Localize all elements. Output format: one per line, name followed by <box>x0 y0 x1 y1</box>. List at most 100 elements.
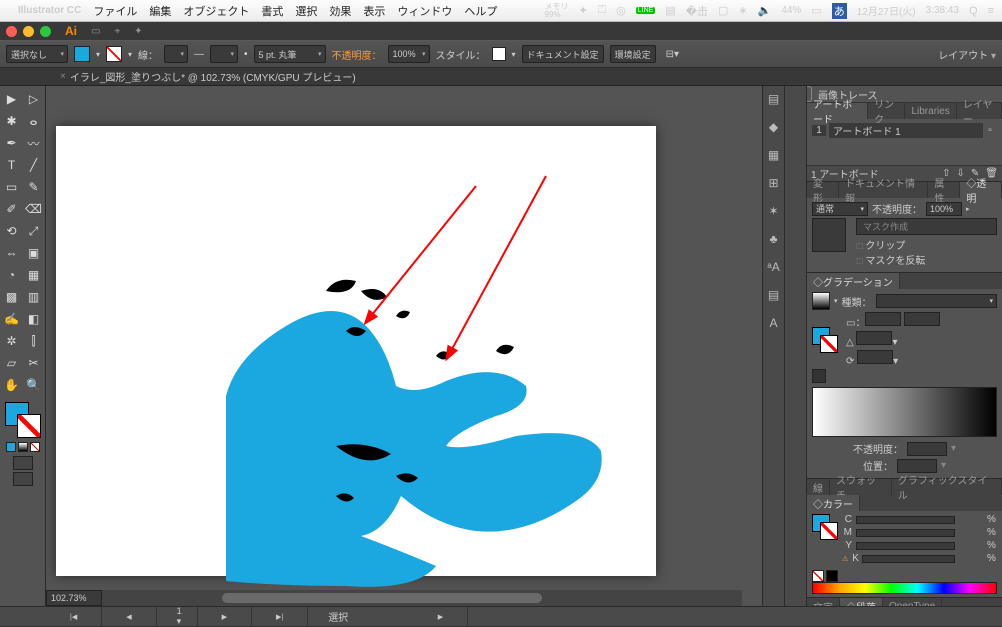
move-down-icon[interactable]: ⇩ <box>957 168 965 179</box>
bluetooth-icon[interactable]: ∗ <box>738 4 747 17</box>
tab-color[interactable]: ◇カラー <box>807 495 860 511</box>
close-tab-button[interactable]: × <box>60 71 66 82</box>
shape-builder-tool[interactable]: ◔ <box>1 264 23 286</box>
screen-mode-button[interactable] <box>13 472 33 486</box>
blend-tool[interactable]: ◧ <box>23 308 45 330</box>
slice-tool[interactable]: ✂ <box>23 352 45 374</box>
rectangle-tool[interactable]: ▭ <box>1 176 23 198</box>
menubar-extra-icon[interactable]: ▤ <box>665 4 675 17</box>
tab-layers[interactable]: レイヤー <box>957 103 1002 119</box>
free-transform-tool[interactable]: ▣ <box>23 242 45 264</box>
gradient-swatch[interactable] <box>812 292 830 310</box>
tab-artboard[interactable]: アートボード <box>807 103 868 119</box>
line-icon[interactable]: LINE <box>636 7 656 14</box>
fill-stroke-indicator[interactable] <box>812 514 838 540</box>
app-name[interactable]: Illustrator CC <box>18 5 81 16</box>
menu-view[interactable]: 表示 <box>363 3 385 19</box>
toolbar-icon[interactable]: ✦ <box>134 26 142 37</box>
mask-thumbnail[interactable] <box>812 218 846 252</box>
rotate-tool[interactable]: ⟲ <box>1 220 23 242</box>
artboard-number[interactable]: 1 ▾ <box>157 607 198 626</box>
tab-swatches[interactable]: スウォッチ <box>830 479 892 495</box>
wifi-icon[interactable]: �击 <box>686 3 708 19</box>
brush-select[interactable]: 5 pt. 丸筆 <box>254 45 326 63</box>
tab-libraries[interactable]: Libraries <box>905 103 956 119</box>
evernote-icon[interactable]: ✦ <box>579 4 588 17</box>
fill-stroke-indicator[interactable] <box>812 327 838 353</box>
tab-attributes[interactable]: 属性 <box>928 182 960 198</box>
nav-next[interactable]: ▶ <box>198 607 252 626</box>
gradient-type-select[interactable] <box>876 294 997 308</box>
k-slider[interactable] <box>862 555 955 563</box>
gradient-stop-color[interactable] <box>812 369 826 383</box>
symbol-sprayer-tool[interactable]: ✲ <box>1 330 23 352</box>
tab-stroke[interactable]: 線 <box>807 479 830 495</box>
perspective-tool[interactable]: ▦ <box>23 264 45 286</box>
tab-paragraph[interactable]: ◇段落 <box>840 598 883 606</box>
horizontal-scrollbar[interactable] <box>102 590 742 606</box>
cc-icon[interactable]: ◎ <box>616 4 626 17</box>
document-setup-button[interactable]: ドキュメント設定 <box>522 45 604 63</box>
zoom-tool[interactable]: 🔍 <box>23 374 45 396</box>
variable-width-profile[interactable] <box>210 45 238 63</box>
tab-character[interactable]: 文字 <box>807 598 840 606</box>
fill-swatch[interactable] <box>74 46 90 62</box>
gradient-mode-icon[interactable] <box>18 442 28 452</box>
graphic-style-swatch[interactable] <box>492 47 506 61</box>
width-tool[interactable]: ⇔ <box>1 242 23 264</box>
minimize-window-button[interactable] <box>23 26 34 37</box>
panel-icon[interactable]: ▤ <box>768 92 779 106</box>
curvature-tool[interactable]: 〰 <box>23 132 45 154</box>
none-swatch[interactable] <box>812 570 824 582</box>
menu-edit[interactable]: 編集 <box>149 3 171 19</box>
canvas-area[interactable]: 102.73% <box>46 86 762 606</box>
lasso-tool[interactable]: ⴰ <box>23 110 45 132</box>
tab-docinfo[interactable]: ドキュメント情報 <box>839 182 928 198</box>
gradient-tool[interactable]: ▥ <box>23 286 45 308</box>
align-icon[interactable]: ⊟▾ <box>666 49 679 60</box>
menu-help[interactable]: ヘルプ <box>464 3 497 19</box>
volume-icon[interactable]: 🔈 <box>758 4 772 17</box>
m-slider[interactable] <box>856 529 955 537</box>
nav-prev[interactable]: ◀ <box>102 607 156 626</box>
menu-select[interactable]: 選択 <box>295 3 317 19</box>
selection-tool[interactable]: ▶ <box>1 88 23 110</box>
scale-tool[interactable]: ⤢ <box>23 220 45 242</box>
workspace-switcher[interactable]: レイアウト ▾ <box>938 47 996 62</box>
menu-object[interactable]: オブジェクト <box>183 3 249 19</box>
tab-transparency[interactable]: ◇透明 <box>960 182 1002 198</box>
fill-stroke-indicator[interactable] <box>5 402 41 438</box>
nav-first[interactable]: |◀ <box>46 607 102 626</box>
eyedropper-tool[interactable]: ✍ <box>1 308 23 330</box>
color-spectrum[interactable] <box>812 582 997 594</box>
displays-icon[interactable]: ▢ <box>718 4 728 17</box>
panel-icon[interactable]: ♣ <box>770 232 778 246</box>
opacity-value[interactable]: 100% <box>926 202 962 216</box>
c-slider[interactable] <box>856 516 955 524</box>
stroke-weight-input[interactable] <box>164 45 188 63</box>
status-selection[interactable]: 選択▶ <box>308 607 468 626</box>
zoom-level[interactable]: 102.73% <box>46 590 102 606</box>
screen-mode-button[interactable] <box>13 456 33 470</box>
toolbar-icon[interactable]: ▭ <box>91 26 100 37</box>
line-tool[interactable]: ╱ <box>23 154 45 176</box>
artboard-options-icon[interactable]: ▫ <box>983 125 997 136</box>
make-mask-button[interactable]: マスク作成 <box>856 218 997 235</box>
tab-transform[interactable]: 変形 <box>807 182 839 198</box>
pen-tool[interactable]: ✒ <box>1 132 23 154</box>
paintbrush-tool[interactable]: ✎ <box>23 176 45 198</box>
battery-icon[interactable]: ▭ <box>811 4 821 17</box>
magic-wand-tool[interactable]: ✱ <box>1 110 23 132</box>
menu-window[interactable]: ウィンドウ <box>397 3 452 19</box>
preferences-button[interactable]: 環境設定 <box>610 45 656 63</box>
panel-icon[interactable]: ◆ <box>769 120 778 134</box>
eraser-tool[interactable]: ⌫ <box>23 198 45 220</box>
artboard-row[interactable]: 1 アートボード 1 ▫ <box>812 122 997 138</box>
color-mode-icon[interactable] <box>6 442 16 452</box>
artwork-shape[interactable] <box>186 236 626 606</box>
opacity-input[interactable]: 100% <box>388 45 430 63</box>
panel-icon[interactable]: ᵃA <box>767 260 779 274</box>
mesh-tool[interactable]: ▩ <box>1 286 23 308</box>
type-tool[interactable]: T <box>1 154 23 176</box>
gradient-ramp[interactable] <box>812 387 997 437</box>
